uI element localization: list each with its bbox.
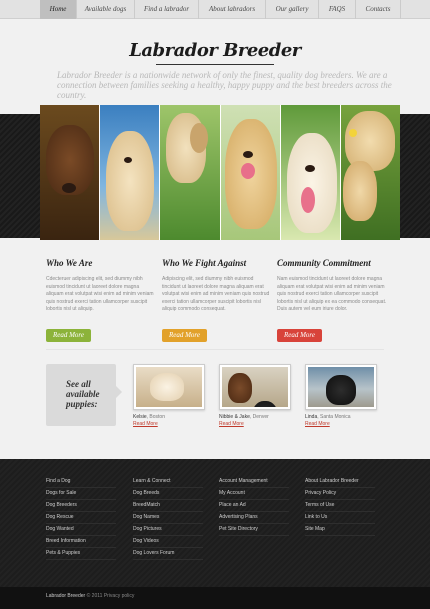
footer-link[interactable]: Link to Us xyxy=(305,512,375,524)
footer-link[interactable]: Advertising Plans xyxy=(219,512,289,524)
footer-link[interactable]: Dog Pictures xyxy=(133,524,203,536)
puppy-location-nibbie-jake: Denver xyxy=(252,414,269,420)
dog-photo-strip xyxy=(40,105,401,240)
top-navigation: Home Available dogs Find a labrador Abou… xyxy=(0,0,430,19)
puppy-photo-nibbie-jake[interactable] xyxy=(219,364,291,410)
puppy-read-more-linda[interactable]: Read More xyxy=(305,421,377,427)
who-we-fight-against-title: Who We Fight Against xyxy=(162,258,247,268)
puppy-location-kelsie: Boston xyxy=(149,414,165,420)
nav-about-labradors[interactable]: About labradors xyxy=(199,0,266,19)
footer-link[interactable]: Dog Breeders xyxy=(46,500,116,512)
community-commitment-section: Community Commitment Nam euismod tincidu… xyxy=(277,258,387,342)
nav-available-dogs[interactable]: Available dogs xyxy=(77,0,135,19)
copyright: Labrador Breeder © 2011 Privacy policy xyxy=(46,593,134,599)
puppy-location-linda: Santa Monica xyxy=(320,414,351,420)
puppy-card-nibbie-jake: Nibbie & Jake, Denver Read More xyxy=(219,364,291,427)
site-tagline: Labrador Breeder is a nationwide network… xyxy=(57,70,392,100)
puppy-card-linda: Linda, Santa Monica Read More xyxy=(305,364,377,427)
footer-link[interactable]: Site Map xyxy=(305,524,375,536)
copyright-year: © 2011 xyxy=(86,593,103,599)
footer-link[interactable]: Dog Breeds xyxy=(133,488,203,500)
who-we-are-title: Who We Are xyxy=(46,258,93,268)
footer-link[interactable]: About Labrador Breeder xyxy=(305,476,375,488)
who-we-are-read-more-button[interactable]: Read More xyxy=(46,329,91,342)
community-commitment-read-more-button[interactable]: Read More xyxy=(277,329,322,342)
footer-link[interactable]: Learn & Connect xyxy=(133,476,203,488)
band-stripe-left xyxy=(0,114,40,238)
footer-link[interactable]: My Account xyxy=(219,488,289,500)
footer-link[interactable]: Dog Lovers Forum xyxy=(133,548,203,560)
site-logo[interactable]: Labrador Breeder xyxy=(0,40,430,61)
nav-find-a-labrador[interactable]: Find a labrador xyxy=(135,0,199,19)
who-we-fight-against-section: Who We Fight Against Adipiscing elit, se… xyxy=(162,258,272,342)
community-commitment-text: Nam euismod tincidunt ut laoreet dolore … xyxy=(277,276,387,313)
see-all-puppies-heading: See all available puppies: xyxy=(66,379,100,409)
who-we-fight-against-text: Adipiscing elit, sed diummy nibh euismod… xyxy=(162,276,270,313)
who-we-are-section: Who We Are Cdecteruer adipiscing elit, s… xyxy=(46,258,156,342)
privacy-policy-link[interactable]: Privacy policy xyxy=(104,593,135,599)
dog-photo-2 xyxy=(100,105,161,240)
footer-link[interactable]: Pet Site Directory xyxy=(219,524,289,536)
footer-link[interactable]: Dog Names xyxy=(133,512,203,524)
nav-contacts[interactable]: Contacts xyxy=(356,0,401,19)
footer-link[interactable]: Find a Dog xyxy=(46,476,116,488)
see-all-puppies-box[interactable]: See all available puppies: xyxy=(46,364,116,426)
puppy-photo-linda[interactable] xyxy=(305,364,377,410)
puppy-name-linda: Linda xyxy=(305,414,318,420)
footer-column-learn: Learn & Connect Dog Breeds BreedMatch Do… xyxy=(133,476,203,560)
logo-underline xyxy=(156,64,274,65)
dog-photo-4 xyxy=(220,105,281,240)
dog-photo-5 xyxy=(280,105,341,240)
footer-link[interactable]: Terms of Use xyxy=(305,500,375,512)
puppy-photo-kelsie[interactable] xyxy=(133,364,205,410)
puppy-read-more-kelsie[interactable]: Read More xyxy=(133,421,205,427)
footer-link[interactable]: Dog Videos xyxy=(133,536,203,548)
dog-photo-1 xyxy=(40,105,101,240)
puppy-read-more-nibbie-jake[interactable]: Read More xyxy=(219,421,291,427)
footer-link[interactable]: Dog Rescue xyxy=(46,512,116,524)
footer-column-about: About Labrador Breeder Privacy Policy Te… xyxy=(305,476,375,536)
copyright-name: Labrador Breeder xyxy=(46,593,86,599)
puppy-card-kelsie: Kelsie, Boston Read More xyxy=(133,364,205,427)
footer-column-find: Find a Dog Dogs for Sale Dog Breeders Do… xyxy=(46,476,116,560)
dog-photo-3 xyxy=(160,105,221,240)
footer-link[interactable]: Place an Ad xyxy=(219,500,289,512)
section-divider xyxy=(46,349,384,350)
nav-our-gallery[interactable]: Our gallery xyxy=(266,0,319,19)
see-all-arrow xyxy=(116,386,122,398)
footer-link[interactable]: Breed Information xyxy=(46,536,116,548)
footer-link[interactable]: Dogs for Sale xyxy=(46,488,116,500)
who-we-fight-against-read-more-button[interactable]: Read More xyxy=(162,329,207,342)
community-commitment-title: Community Commitment xyxy=(277,258,371,268)
footer-link[interactable]: BreedMatch xyxy=(133,500,203,512)
footer-link[interactable]: Privacy Policy xyxy=(305,488,375,500)
footer-link[interactable]: Account Management xyxy=(219,476,289,488)
footer-column-account: Account Management My Account Place an A… xyxy=(219,476,289,536)
footer-link[interactable]: Pets & Puppies xyxy=(46,548,116,560)
nav-faqs[interactable]: FAQS xyxy=(319,0,356,19)
who-we-are-text: Cdecteruer adipiscing elit, sed diummy n… xyxy=(46,276,154,313)
footer-link[interactable]: Dog Wanted xyxy=(46,524,116,536)
band-stripe-right xyxy=(400,114,430,238)
puppy-name-kelsie: Kelsie xyxy=(133,414,147,420)
nav-home[interactable]: Home xyxy=(40,0,77,19)
puppy-name-nibbie-jake: Nibbie & Jake xyxy=(219,414,250,420)
dog-photo-6 xyxy=(340,105,401,240)
